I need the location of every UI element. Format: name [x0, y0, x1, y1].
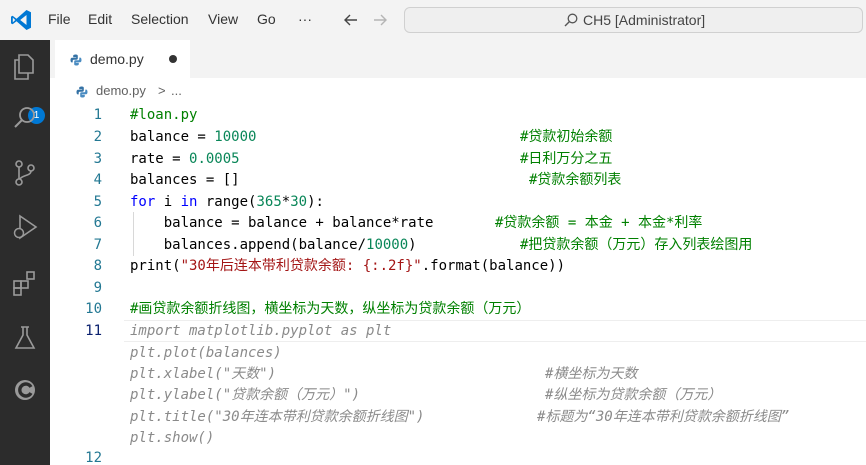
- code-comment: #日利万分之五: [520, 151, 613, 167]
- code-text: rate = 0.0005: [130, 151, 240, 167]
- line-number: 11: [85, 323, 102, 339]
- inline-suggestion: plt.plot(balances): [130, 345, 282, 361]
- menu-go[interactable]: Go: [257, 11, 276, 27]
- code-line: 9: [50, 277, 866, 299]
- code-comment: #画贷款余额折线图，横坐标为天数，纵坐标为贷款余额（万元）: [130, 301, 531, 317]
- code-line: 4 balances = [] #贷款余额列表: [50, 169, 866, 191]
- code-comment: #把贷款余额（万元）存入列表绘图用: [520, 237, 753, 253]
- menu-view[interactable]: View: [208, 11, 238, 27]
- code-text: for i in range(365*30):: [130, 194, 324, 210]
- extensions-icon[interactable]: [10, 268, 40, 298]
- code-text: balance = balance + balance*rate: [130, 215, 434, 231]
- python-file-icon: [76, 86, 88, 98]
- run-debug-icon[interactable]: [10, 212, 40, 242]
- command-center[interactable]: CH5 [Administrator]: [404, 7, 863, 33]
- code-line: 6 balance = balance + balance*rate #贷款余额…: [50, 212, 866, 234]
- menu-more[interactable]: ···: [298, 11, 312, 27]
- code-line: 10 #画贷款余额折线图，横坐标为天数，纵坐标为贷款余额（万元）: [50, 298, 866, 320]
- suggestion-line: plt.plot(balances): [50, 342, 866, 364]
- menu-selection[interactable]: Selection: [131, 11, 189, 27]
- python-file-icon: [70, 54, 82, 66]
- suggestion-line: plt.ylabel("贷款余额（万元）") #纵坐标为贷款余额（万元）: [50, 384, 866, 406]
- code-line: 8 print("30年后连本带利贷款余额: {:.2f}".format(ba…: [50, 255, 866, 277]
- breadcrumb-separator: >: [158, 83, 166, 98]
- line-number: 6: [93, 215, 102, 231]
- vscode-logo-icon: [11, 10, 31, 30]
- menu-file[interactable]: File: [48, 11, 71, 27]
- search-icon[interactable]: [10, 103, 40, 133]
- inline-suggestion: plt.show(): [130, 430, 215, 446]
- inline-suggestion: plt.xlabel("天数"): [130, 366, 277, 382]
- forward-arrow-icon[interactable]: [372, 12, 388, 28]
- line-number: 8: [93, 258, 102, 274]
- line-number: 3: [93, 151, 102, 167]
- code-text: balances.append(balance/10000): [130, 237, 417, 253]
- code-comment: #loan.py: [130, 107, 198, 123]
- explorer-icon[interactable]: [10, 52, 40, 82]
- line-number: 10: [85, 301, 102, 317]
- code-text: balances = []: [130, 172, 240, 188]
- inline-suggestion: plt.ylabel("贷款余额（万元）"): [130, 387, 361, 403]
- command-center-label: CH5 [Administrator]: [583, 12, 706, 28]
- search-icon: [564, 13, 578, 27]
- inline-suggestion-comment: #标题为“30年连本带利贷款余额折线图”: [537, 409, 790, 425]
- code-line-active: 11 import matplotlib.pyplot as plt: [50, 320, 866, 342]
- line-number: 9: [93, 280, 102, 296]
- code-line: 7 balances.append(balance/10000) #把贷款余额（…: [50, 234, 866, 256]
- activity-bar: 1: [0, 40, 50, 465]
- line-number: 7: [93, 237, 102, 253]
- inline-suggestion-comment: #横坐标为天数: [545, 366, 638, 382]
- breadcrumb-symbols[interactable]: ...: [171, 83, 182, 98]
- line-number: 4: [93, 172, 102, 188]
- line-number: 2: [93, 129, 102, 145]
- testing-flask-icon[interactable]: [10, 323, 40, 353]
- title-bar: File Edit Selection View Go ··· CH5 [Adm…: [0, 0, 866, 40]
- code-line: 2 balance = 10000 #贷款初始余额: [50, 126, 866, 148]
- code-editor[interactable]: 1 #loan.py 2 balance = 10000 #贷款初始余额 3 r…: [50, 102, 866, 465]
- breadcrumb-file[interactable]: demo.py: [96, 83, 146, 98]
- inline-suggestion: import matplotlib.pyplot as plt: [130, 323, 392, 339]
- code-text: balance = 10000: [130, 129, 257, 145]
- code-comment: #贷款初始余额: [520, 129, 613, 145]
- tab-label: demo.py: [90, 51, 144, 67]
- unsaved-dot-icon[interactable]: [169, 55, 177, 63]
- code-line: 3 rate = 0.0005 #日利万分之五: [50, 148, 866, 170]
- code-comment: #贷款余额列表: [529, 172, 622, 188]
- code-line: 12: [50, 447, 866, 465]
- line-number: 5: [93, 194, 102, 210]
- code-text: print("30年后连本带利贷款余额: {:.2f}".format(bala…: [130, 258, 566, 274]
- line-number: 12: [85, 450, 102, 465]
- inline-suggestion-comment: #纵坐标为贷款余额（万元）: [545, 387, 722, 403]
- source-control-icon[interactable]: [10, 158, 40, 188]
- suggestion-line: plt.show(): [50, 427, 866, 449]
- code-line: 1 #loan.py: [50, 104, 866, 126]
- remote-explorer-icon[interactable]: [10, 375, 40, 405]
- back-arrow-icon[interactable]: [343, 12, 359, 28]
- code-line: 5 for i in range(365*30):: [50, 191, 866, 213]
- suggestion-line: plt.xlabel("天数") #横坐标为天数: [50, 363, 866, 385]
- inline-suggestion: plt.title("30年连本带利贷款余额折线图"): [130, 409, 425, 425]
- code-comment: #贷款余额 = 本金 + 本金*利率: [495, 215, 703, 231]
- suggestion-line: plt.title("30年连本带利贷款余额折线图") #标题为“30年连本带利…: [50, 406, 866, 428]
- line-number: 1: [93, 107, 102, 123]
- menu-edit[interactable]: Edit: [88, 11, 112, 27]
- tab-demo-py[interactable]: demo.py: [55, 40, 190, 78]
